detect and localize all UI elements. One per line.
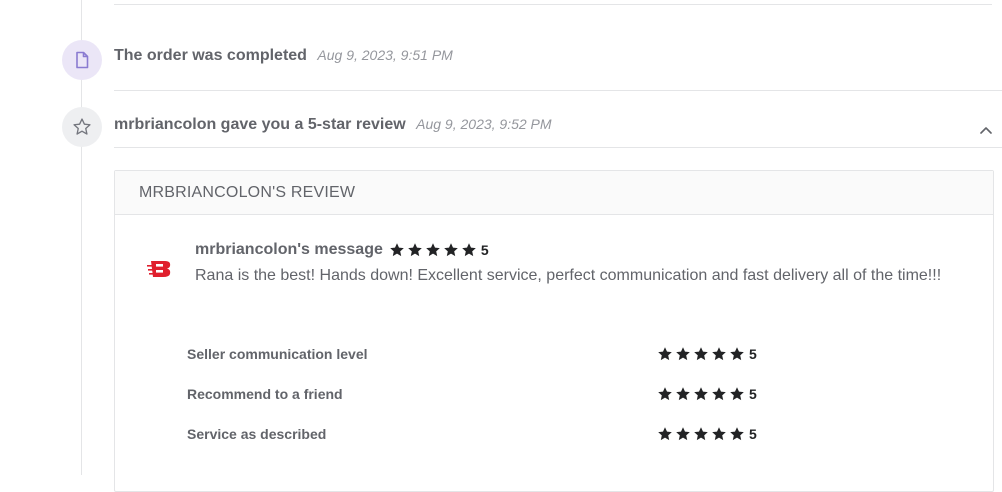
star-icon bbox=[730, 347, 744, 361]
star-icon bbox=[694, 347, 708, 361]
buyer-logo bbox=[147, 261, 171, 277]
rating-label: Service as described bbox=[187, 426, 327, 442]
order-event-icon bbox=[62, 40, 102, 80]
rating-label: Seller communication level bbox=[187, 346, 368, 362]
review-message-header: mrbriancolon's message 5 bbox=[195, 241, 955, 259]
event-title: mrbriancolon gave you a 5-star review bbox=[114, 116, 406, 133]
review-header: MRBRIANCOLON'S REVIEW bbox=[115, 171, 993, 215]
rating-row-recommend: Recommend to a friend 5 bbox=[187, 384, 787, 404]
chevron-up-icon bbox=[980, 127, 992, 134]
star-icon bbox=[676, 347, 690, 361]
star-icon bbox=[694, 387, 708, 401]
star-icon bbox=[390, 243, 404, 257]
event-timestamp: Aug 9, 2023, 9:52 PM bbox=[416, 116, 552, 132]
divider bbox=[114, 90, 1002, 91]
overall-rating: 5 bbox=[389, 242, 489, 258]
star-icon bbox=[462, 243, 476, 257]
star-icon bbox=[658, 427, 672, 441]
collapse-review-button[interactable] bbox=[976, 120, 996, 140]
star-icon bbox=[694, 427, 708, 441]
review-author-label: mrbriancolon's message bbox=[195, 241, 383, 258]
rating-row-communication: Seller communication level 5 bbox=[187, 344, 787, 364]
divider bbox=[114, 4, 992, 5]
star-icon bbox=[658, 347, 672, 361]
rating-score: 5 bbox=[749, 386, 757, 402]
rating-label: Recommend to a friend bbox=[187, 386, 343, 402]
star-outline-icon bbox=[73, 118, 91, 135]
review-message-block: mrbriancolon's message 5 Rana is the bes… bbox=[195, 241, 955, 288]
star-icon bbox=[712, 347, 726, 361]
star-icon bbox=[730, 427, 744, 441]
event-title: The order was completed bbox=[114, 47, 307, 64]
star-icon bbox=[676, 387, 690, 401]
rating-stars: 5 bbox=[657, 386, 757, 402]
rating-row-service: Service as described 5 bbox=[187, 424, 787, 444]
document-icon bbox=[76, 51, 89, 69]
event-timestamp: Aug 9, 2023, 9:51 PM bbox=[317, 47, 453, 63]
review-event-icon bbox=[62, 107, 102, 147]
rating-score: 5 bbox=[749, 346, 757, 362]
divider bbox=[114, 147, 1002, 148]
star-icon bbox=[408, 243, 422, 257]
star-icon bbox=[712, 427, 726, 441]
star-icon bbox=[676, 427, 690, 441]
rating-score: 5 bbox=[480, 242, 489, 258]
star-icon bbox=[658, 387, 672, 401]
review-message-text: Rana is the best! Hands down! Excellent … bbox=[195, 267, 942, 284]
order-completed-event: The order was completed Aug 9, 2023, 9:5… bbox=[114, 47, 453, 65]
star-icon bbox=[426, 243, 440, 257]
review-card: MRBRIANCOLON'S REVIEW mrbriancolon's mes… bbox=[114, 170, 994, 492]
rating-stars: 5 bbox=[657, 426, 757, 442]
rating-stars: 5 bbox=[657, 346, 757, 362]
rating-score: 5 bbox=[749, 426, 757, 442]
star-icon bbox=[444, 243, 458, 257]
review-event: mrbriancolon gave you a 5-star review Au… bbox=[114, 116, 552, 134]
star-icon bbox=[730, 387, 744, 401]
star-icon bbox=[712, 387, 726, 401]
